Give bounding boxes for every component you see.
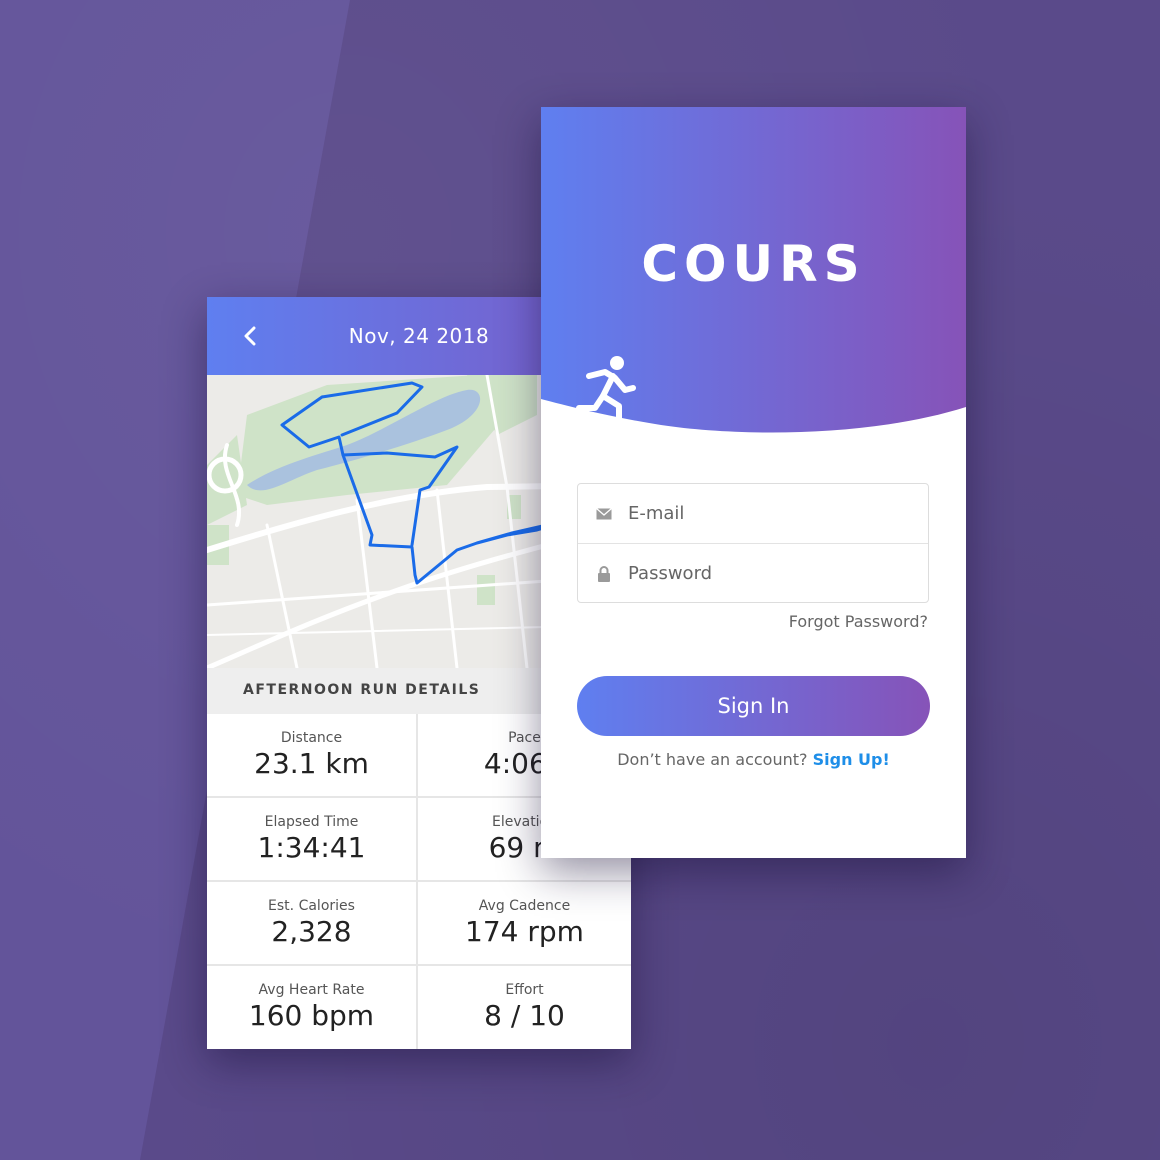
stat-label: Effort	[505, 982, 544, 998]
stat-label: Est. Calories	[268, 898, 355, 914]
sign-in-button[interactable]: Sign In	[577, 676, 930, 736]
signup-row: Don’t have an account? Sign Up!	[541, 750, 966, 769]
sign-up-link[interactable]: Sign Up!	[813, 750, 890, 769]
street	[265, 523, 299, 668]
stat-label: Distance	[280, 730, 343, 746]
login-form: E-mail Password	[577, 483, 929, 603]
stat-cadence: Avg Cadence 174 rpm	[418, 882, 631, 966]
back-button[interactable]	[237, 323, 263, 349]
stat-effort: Effort 8 / 10	[418, 966, 631, 1049]
chevron-left-icon	[244, 326, 256, 346]
password-placeholder: Password	[628, 563, 713, 584]
password-field[interactable]: Password	[578, 544, 928, 603]
brand-logo: COURS	[641, 235, 866, 293]
stat-calories: Est. Calories 2,328	[207, 882, 418, 966]
stat-elapsed-time: Elapsed Time 1:34:41	[207, 798, 418, 882]
street	[435, 488, 459, 668]
lock-icon	[594, 565, 614, 582]
signup-prompt: Don’t have an account?	[617, 750, 808, 769]
stat-label: Avg Cadence	[478, 898, 571, 914]
stat-label: Avg Heart Rate	[258, 982, 365, 998]
email-placeholder: E-mail	[628, 503, 685, 524]
stat-value: 160 bpm	[248, 999, 375, 1032]
stat-label: Elapsed Time	[264, 814, 359, 830]
section-title: AFTERNOON RUN DETAILS	[243, 682, 481, 698]
stat-value: 174 rpm	[465, 915, 584, 948]
email-field[interactable]: E-mail	[578, 484, 928, 544]
stat-value: 1:34:41	[257, 831, 366, 864]
envelope-icon	[594, 506, 614, 522]
stat-value: 23.1 km	[254, 747, 369, 780]
stat-value: 2,328	[271, 915, 352, 948]
stat-distance: Distance 23.1 km	[207, 714, 418, 798]
login-screen: COURS E-mail Password Forgot Password? S…	[541, 107, 966, 858]
runner-icon	[576, 356, 636, 424]
park-patch	[477, 575, 495, 605]
forgot-password-link[interactable]: Forgot Password?	[789, 612, 928, 631]
stat-heart-rate: Avg Heart Rate 160 bpm	[207, 966, 418, 1049]
stat-value: 8 / 10	[484, 999, 565, 1032]
